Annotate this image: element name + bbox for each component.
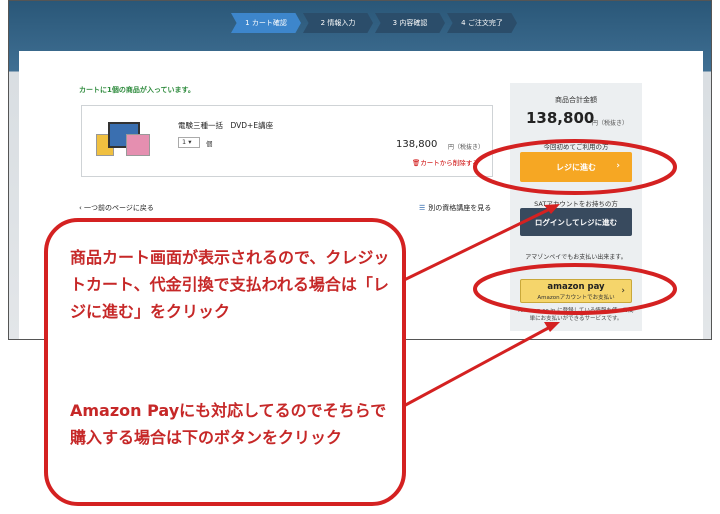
total-amount: 138,800 bbox=[526, 109, 595, 127]
quantity-select[interactable]: 1 ▾ bbox=[178, 137, 200, 148]
step-complete: 4 ご注文完了 bbox=[447, 13, 517, 33]
step-confirm: 3 内容確認 bbox=[375, 13, 445, 33]
amazon-pay-button[interactable]: amazon pay Amazonアカウントでお支払い › bbox=[520, 279, 632, 303]
step-info: 2 情報入力 bbox=[303, 13, 373, 33]
chevron-right-icon: › bbox=[616, 161, 620, 171]
annotation-text-checkout: 商品カート画面が表示されるので、クレジットカート、代金引換で支払われる場合は「レ… bbox=[70, 248, 390, 321]
grid-icon: ☰ bbox=[419, 204, 426, 212]
first-time-label: 今回初めてご利用の方 bbox=[543, 143, 609, 151]
cart-count-text: カートに1個の商品が入っています。 bbox=[79, 86, 195, 94]
amazon-pay-note: Amazon.co.jp に登録している情報を使って簡単にお支払いができるサービ… bbox=[518, 308, 634, 322]
checkout-steps: 1 カート確認 2 情報入力 3 内容確認 4 ご注文完了 bbox=[231, 13, 519, 33]
remove-from-cart-link[interactable]: 🗑カートから削除する bbox=[412, 157, 479, 167]
annotation-text-amazon: Amazon Payにも対応してるのでそちらで購入する場合は下のボタンをクリック bbox=[70, 401, 387, 447]
other-courses-link[interactable]: ☰ 別の資格講座を見る bbox=[419, 203, 491, 213]
cart-item: 電験三種一括 DVD+E講座 1 ▾ 個 138,800 円（税抜き） 🗑カート… bbox=[81, 105, 493, 177]
back-link[interactable]: ‹ 一つ前のページに戻る bbox=[79, 203, 154, 213]
login-checkout-button[interactable]: ログインしてレジに進む bbox=[520, 208, 632, 236]
chevron-right-icon: › bbox=[621, 286, 625, 296]
annotation-callout: 商品カート画面が表示されるので、クレジットカート、代金引換で支払われる場合は「レ… bbox=[44, 218, 406, 506]
member-label: SATアカウントをお持ちの方 bbox=[534, 200, 618, 208]
item-price-unit: 円（税抜き） bbox=[448, 144, 485, 151]
total-unit: 円（税抜き） bbox=[592, 120, 629, 127]
proceed-to-checkout-button[interactable]: レジに進む › bbox=[520, 152, 632, 182]
amazon-pay-label: アマゾンペイでもお支払い出来ます。 bbox=[525, 254, 627, 261]
amazon-pay-subtext: Amazonアカウントでお支払い bbox=[537, 295, 615, 301]
step-cart: 1 カート確認 bbox=[231, 13, 301, 33]
order-summary: 商品合計金額 138,800 円（税抜き） 今回初めてご利用の方 レジに進む › … bbox=[510, 83, 642, 331]
product-thumbnail[interactable] bbox=[96, 120, 150, 158]
quantity-unit: 個 bbox=[206, 140, 213, 148]
amazon-pay-logo: amazon pay bbox=[547, 282, 605, 292]
total-label: 商品合計金額 bbox=[555, 96, 597, 104]
product-name[interactable]: 電験三種一括 DVD+E講座 bbox=[178, 120, 273, 131]
item-price: 138,800 bbox=[396, 139, 438, 150]
